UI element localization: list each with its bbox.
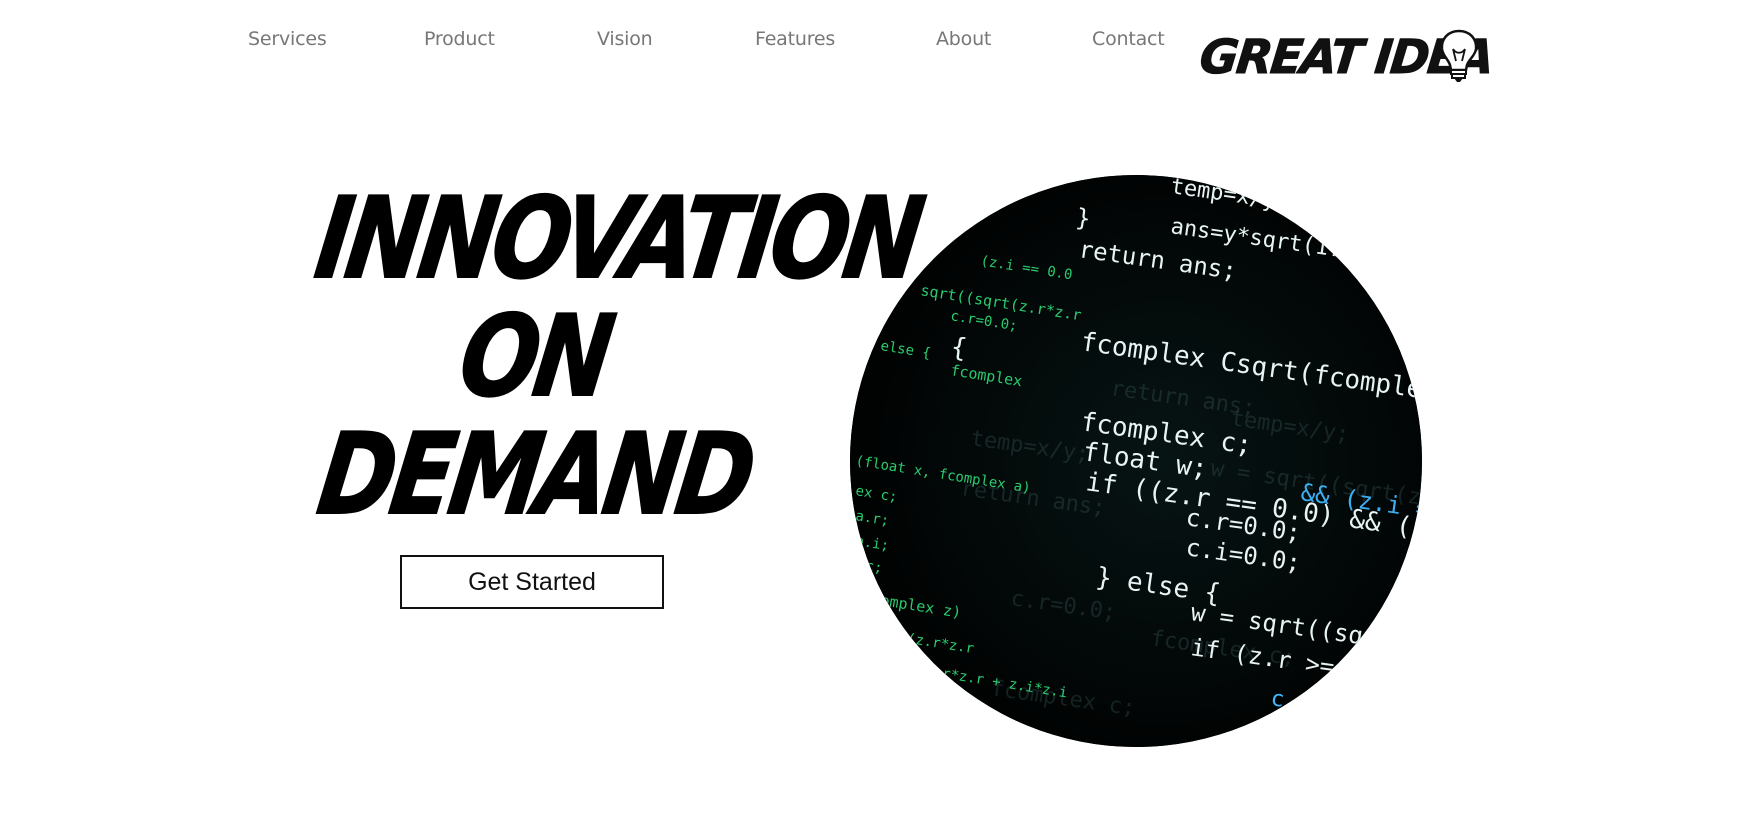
logo[interactable]: GREAT IDEA (1197, 28, 1496, 89)
code-screen-graphic: temp=x/y;return ans;fcomplex c;c.r=0.0;w… (850, 175, 1422, 747)
nav-link-product[interactable]: Product (424, 28, 495, 50)
lightbulb-icon (1438, 28, 1480, 89)
code-screen-image: temp=x/y; return ans; fcomplex c; c.r=0.0; w… (850, 175, 1422, 747)
nav-link-features[interactable]: Features (755, 28, 835, 50)
get-started-button[interactable]: Get Started (400, 555, 664, 609)
hero-line-3: DEMAND (310, 409, 760, 541)
hero-line-1: INNOVATION (308, 173, 929, 305)
nav-link-about[interactable]: About (936, 28, 991, 50)
hero-line-2: ON (452, 291, 619, 423)
nav-link-vision[interactable]: Vision (597, 28, 653, 50)
code-line: c.r (1269, 686, 1312, 716)
hero-headline: INNOVATION ON DEMAND (270, 173, 929, 541)
nav-link-contact[interactable]: Contact (1092, 28, 1165, 50)
code-green-line: c; (864, 558, 883, 576)
nav-link-services[interactable]: Services (248, 28, 327, 50)
